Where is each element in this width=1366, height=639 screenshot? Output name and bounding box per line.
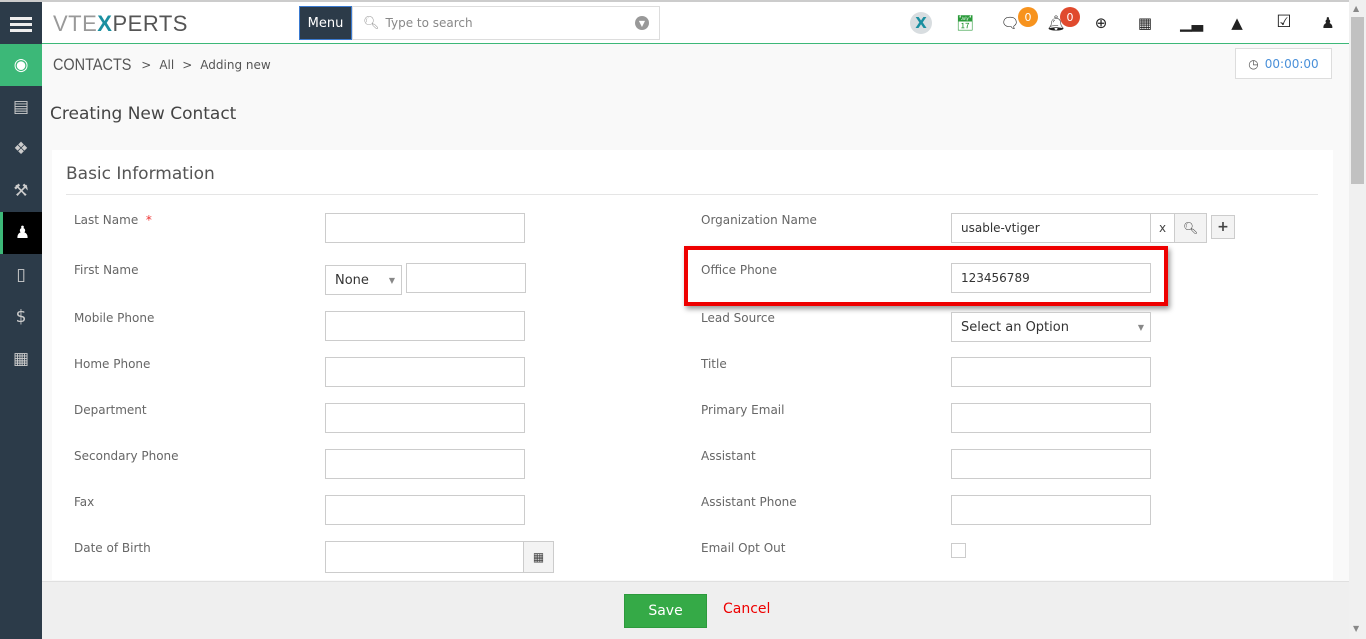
- mobile-chat-icon[interactable]: ▯: [0, 254, 42, 296]
- search-placeholder: Type to search: [385, 16, 473, 30]
- clear-organization-button[interactable]: x: [1150, 213, 1175, 243]
- bar-chart-icon[interactable]: ▁▃: [1180, 14, 1203, 32]
- logo[interactable]: VTEXPERTS: [53, 11, 188, 37]
- date-of-birth-input[interactable]: [325, 541, 524, 573]
- primary-email-input[interactable]: [951, 403, 1151, 433]
- plus-circle-icon[interactable]: ⊕: [1091, 14, 1111, 32]
- section-title: Basic Information: [66, 164, 215, 184]
- calendar-check-icon[interactable]: 📅︎: [955, 14, 975, 32]
- user-icon[interactable]: ♟: [1318, 14, 1338, 32]
- assistant-input[interactable]: [951, 449, 1151, 479]
- breadcrumb-separator: >: [141, 58, 152, 72]
- first-name-label: First Name: [74, 263, 139, 277]
- chat-icon[interactable]: 🗨︎: [1000, 14, 1020, 32]
- breadcrumb-current: Adding new: [200, 58, 271, 72]
- chat-badge: 0: [1018, 7, 1038, 27]
- office-phone-label: Office Phone: [701, 263, 778, 277]
- fax-label: Fax: [74, 495, 95, 509]
- email-opt-out-checkbox[interactable]: [951, 543, 966, 558]
- calendar-icon[interactable]: ▦: [1135, 14, 1155, 32]
- checkbox-icon[interactable]: ☑: [1274, 12, 1294, 32]
- assistant-phone-label: Assistant Phone: [701, 495, 797, 509]
- organization-name-label: Organization Name: [701, 213, 817, 227]
- bell-badge: 0: [1060, 7, 1080, 27]
- assistant-label: Assistant: [701, 449, 756, 463]
- home-phone-label: Home Phone: [74, 357, 151, 371]
- chevron-down-icon: ▼: [388, 275, 395, 285]
- global-search-input[interactable]: 🔍︎ Type to search ▼: [352, 6, 660, 40]
- date-of-birth-label: Date of Birth: [74, 541, 151, 555]
- required-marker: *: [145, 213, 152, 227]
- home-icon[interactable]: ◉: [0, 44, 42, 86]
- office-phone-input[interactable]: 123456789: [951, 263, 1151, 293]
- department-label: Department: [74, 403, 147, 417]
- scrollbar-thumb[interactable]: [1351, 17, 1364, 184]
- secondary-phone-label: Secondary Phone: [74, 449, 179, 463]
- mobile-phone-input[interactable]: [325, 311, 525, 341]
- contacts-icon[interactable]: ♟: [0, 212, 42, 254]
- products-icon[interactable]: ❖: [0, 128, 42, 170]
- divider: [66, 194, 1318, 195]
- last-name-label: Last Name *: [74, 213, 152, 227]
- primary-email-label: Primary Email: [701, 403, 785, 417]
- vtexperts-x-icon[interactable]: X: [910, 12, 932, 34]
- search-icon: 🔍︎: [363, 15, 380, 31]
- vertical-scrollbar[interactable]: ▲ ▼: [1349, 0, 1366, 639]
- contacts-card-icon[interactable]: ▤: [0, 86, 42, 128]
- scroll-up-arrow[interactable]: ▲: [1353, 4, 1359, 13]
- department-input[interactable]: [325, 403, 525, 433]
- add-organization-icon[interactable]: +: [1211, 215, 1235, 239]
- breadcrumb-module[interactable]: CONTACTS: [53, 55, 131, 75]
- assistant-phone-input[interactable]: [951, 495, 1151, 525]
- money-bag-icon[interactable]: $: [0, 296, 42, 338]
- breadcrumb-all[interactable]: All: [159, 58, 174, 72]
- save-button[interactable]: Save: [624, 594, 707, 628]
- lead-source-label: Lead Source: [701, 311, 775, 325]
- search-options-chevron-icon[interactable]: ▼: [635, 16, 649, 30]
- organization-name-input[interactable]: usable-vtiger: [951, 213, 1151, 243]
- first-name-input[interactable]: [406, 263, 526, 293]
- menu-button[interactable]: Menu: [299, 6, 352, 40]
- scroll-down-arrow[interactable]: ▼: [1353, 624, 1359, 633]
- lead-source-select[interactable]: Select an Option ▼: [951, 312, 1151, 342]
- home-phone-input[interactable]: [325, 357, 525, 387]
- breadcrumb: CONTACTS > All > Adding new: [42, 45, 1349, 85]
- title-input[interactable]: [951, 357, 1151, 387]
- breadcrumb-separator: >: [182, 58, 193, 72]
- chevron-down-icon: ▼: [1137, 322, 1144, 332]
- last-name-input[interactable]: [325, 213, 525, 243]
- calendar-icon[interactable]: ▦: [523, 541, 554, 573]
- top-bar: VTEXPERTS Menu 🔍︎ Type to search ▼ X 📅︎ …: [0, 0, 1349, 46]
- salutation-select[interactable]: None ▼: [325, 265, 402, 295]
- services-icon[interactable]: ⚒: [0, 170, 42, 212]
- title-label: Title: [701, 357, 727, 371]
- email-opt-out-label: Email Opt Out: [701, 541, 786, 555]
- area-chart-icon[interactable]: ▲: [1227, 14, 1247, 32]
- clock-icon: ◷: [1248, 56, 1259, 71]
- timer-value: 00:00:00: [1264, 56, 1319, 71]
- organizations-icon[interactable]: ▦: [0, 338, 42, 380]
- page-title: Creating New Contact: [50, 104, 237, 124]
- cancel-link[interactable]: Cancel: [723, 601, 770, 617]
- form-footer: Save Cancel: [42, 581, 1349, 639]
- mobile-phone-label: Mobile Phone: [74, 311, 155, 325]
- hamburger-menu-icon[interactable]: [0, 2, 42, 46]
- search-organization-icon[interactable]: 🔍︎: [1174, 213, 1207, 243]
- secondary-phone-input[interactable]: [325, 449, 525, 479]
- sidebar: ◉ ▤ ❖ ⚒ ♟ ▯ $ ▦: [0, 44, 42, 639]
- timer-button[interactable]: ◷ 00:00:00: [1235, 48, 1332, 79]
- fax-input[interactable]: [325, 495, 525, 525]
